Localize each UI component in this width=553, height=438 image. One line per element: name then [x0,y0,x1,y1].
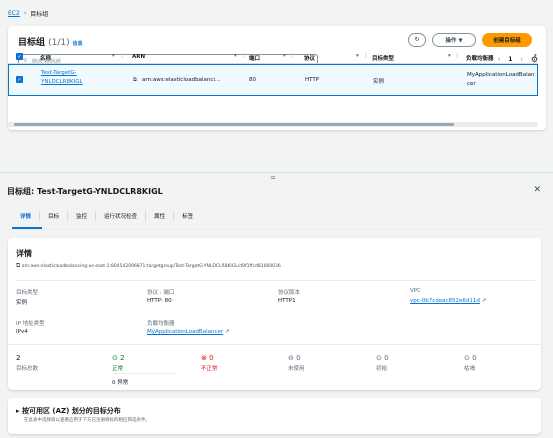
arn-line: ⧉ arn:aws:elasticloadbalancing:us-east-1… [16,262,281,270]
col-divider: | [291,53,294,59]
ip-type-value: IPv4 [16,329,28,335]
ip-type-label: IP 地址类型 [16,321,45,327]
tab-monitoring[interactable]: 监控 [68,211,97,221]
az-section-toggle[interactable]: ▸ 按可用区 (AZ) 划分的目标分布 [16,406,121,416]
tab-health-checks[interactable]: 运行状况检查 [96,211,147,221]
tab-tags[interactable]: 标签 [174,211,201,221]
unhealthy-label: 不正常 [201,366,218,372]
col-name[interactable]: 名称 [40,54,51,62]
initial-label: 初始 [376,366,388,372]
row-target-type: 实例 [373,79,385,85]
sort-icon[interactable]: ▾ [534,53,537,59]
split-divider [0,172,553,173]
copy-icon[interactable]: ⧉ [133,77,137,84]
target-type-label: 目标类型 [16,290,39,296]
row-protocol: HTTP [305,77,320,83]
col-divider: | [243,53,246,59]
actions-button[interactable]: 操作 ▼ [432,33,476,47]
protocol-port-label: 协议 : 端口 [147,290,175,296]
row-load-balancer: MyApplicationLoadBalancer [467,72,535,87]
breadcrumb: EC2 › 目标组 [8,9,48,18]
info-link[interactable]: 信息 [73,41,83,47]
panel-count: (1/1) [48,38,70,48]
total-targets-count: 2 [16,354,21,362]
anomalous-count[interactable]: 0 异常 [112,378,128,386]
refresh-icon: ↻ [414,37,420,43]
divider [112,373,176,374]
copy-icon[interactable]: ⧉ [16,262,20,269]
section-title: 详情 [16,249,32,258]
panel-title: 目标组 (1/1) 信息 [18,38,83,48]
tabs-divider [8,229,546,230]
scrollbar-thumb[interactable] [14,123,454,126]
error-circle-icon: ⊗ [201,354,207,362]
col-divider: | [121,53,124,59]
sort-icon[interactable]: ▾ [283,53,286,59]
create-target-group-button[interactable]: 创建目标组 [482,33,532,47]
vpc-label: VPC [410,288,421,294]
external-link-icon: ↗ [224,329,230,335]
breadcrumb-separator: › [23,10,27,17]
az-description: 在此表中选择值以查看应用于下方已注册目标的相应筛选条件。 [24,418,150,423]
caret-right-icon: ▸ [16,407,20,415]
check-circle-icon: ⊙ [112,354,118,362]
tab-targets[interactable]: 目标 [40,211,69,221]
row-checkbox[interactable]: ✓ [16,76,23,83]
sort-icon[interactable]: ▾ [356,53,359,59]
col-protocol[interactable]: 协议 [304,54,315,62]
sort-icon[interactable]: ▾ [112,53,115,59]
horizontal-scrollbar[interactable] [8,122,538,127]
sort-icon[interactable]: ▾ [234,53,237,59]
arn-value: arn:aws:elasticloadbalancing:us-east-1:8… [21,264,281,269]
refresh-button[interactable]: ↻ [408,33,426,47]
minus-circle-icon: ⊖ [288,354,294,362]
col-load-balancer[interactable]: 负载均衡器 [466,54,494,62]
drag-handle-icon[interactable]: = [270,174,276,182]
external-link-icon: ↗ [481,298,487,304]
pending-circle-icon: ⊙ [376,354,382,362]
protocol-port-value: HTTP: 80 [147,298,172,304]
pending-circle-icon: ⊙ [464,354,470,362]
protocol-version-value: HTTP1 [278,298,296,304]
col-arn[interactable]: ARN [132,54,145,60]
row-port: 80 [249,77,256,83]
healthy-count[interactable]: ⊙ 2 [112,354,125,362]
az-distribution-card: ▸ 按可用区 (AZ) 划分的目标分布 在此表中选择值以查看应用于下方已注册目标… [8,398,541,434]
total-targets-label: 目标总数 [16,366,39,372]
col-divider: | [456,53,459,59]
initial-count[interactable]: ⊙ 0 [376,354,389,362]
healthy-label: 正常 [112,366,124,372]
draining-count[interactable]: ⊙ 0 [464,354,477,362]
select-all-checkbox[interactable]: ✓ [16,53,23,60]
unused-label: 未使用 [288,366,305,372]
breadcrumb-ec2[interactable]: EC2 [8,10,20,17]
divider [8,344,541,345]
unhealthy-count[interactable]: ⊗ 0 [201,354,214,362]
target-groups-table: ✓ 名称 ▾ | ARN ▾ | 端口 ▾ | 协议 ▾ | 目标类型 ▾ | … [8,50,538,96]
unused-count[interactable]: ⊖ 0 [288,354,301,362]
row-arn: arn:aws:elasticloadbalanci... [142,77,221,83]
col-port[interactable]: 端口 [249,54,260,62]
col-target-type[interactable]: 目标类型 [372,54,394,62]
divider [16,280,535,281]
load-balancer-label: 负载均衡器 [147,321,175,327]
load-balancer-link[interactable]: MyApplicationLoadBalancer ↗ [147,329,229,335]
row-name-link[interactable]: Test-TargetG-YNLDCLR8KIGL [41,69,101,87]
details-card: 详情 ⧉ arn:aws:elasticloadbalancing:us-eas… [8,238,541,390]
detail-title: 目标组: Test-TargetG-YNLDCLR8KIGL [7,187,163,196]
close-icon[interactable]: ✕ [533,185,541,195]
table-row[interactable]: ✓ Test-TargetG-YNLDCLR8KIGL ⧉ arn:aws:el… [8,64,538,96]
vpc-link[interactable]: vpc-0b7cdeac852e6d11d ↗ [410,298,486,304]
tab-attributes[interactable]: 属性 [146,211,175,221]
tab-details[interactable]: 详情 [12,211,41,221]
sort-icon[interactable]: ▾ [448,53,451,59]
target-type-value: 实例 [16,300,28,306]
col-divider: | [365,53,368,59]
protocol-version-label: 协议版本 [278,290,301,296]
breadcrumb-current: 目标组 [30,11,49,18]
draining-label: 枯竭 [464,366,476,372]
table-header: ✓ 名称 ▾ | ARN ▾ | 端口 ▾ | 协议 ▾ | 目标类型 ▾ | … [8,50,538,64]
detail-tabs: 详情 目标 监控 运行状况检查 属性 标签 [12,211,201,221]
